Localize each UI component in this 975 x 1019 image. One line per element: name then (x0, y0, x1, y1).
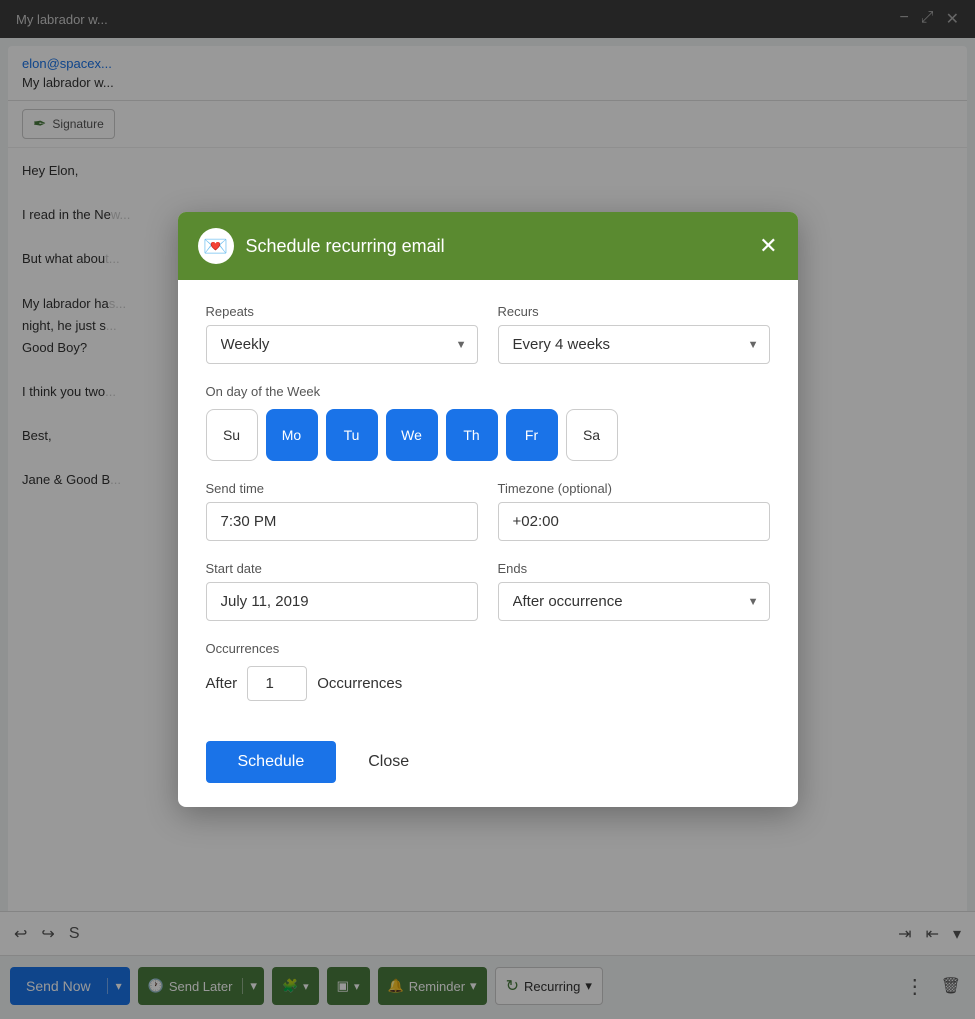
day-fr[interactable]: Fr (506, 409, 558, 461)
schedule-button[interactable]: Schedule (206, 741, 337, 783)
ends-select-wrapper[interactable]: Never After occurrence On date (498, 582, 770, 621)
start-date-input[interactable] (206, 582, 478, 621)
recurs-select-wrapper[interactable]: Every week Every 2 weeks Every 3 weeks E… (498, 325, 770, 364)
repeats-label: Repeats (206, 304, 478, 319)
repeats-select-wrapper[interactable]: Daily Weekly Monthly Yearly (206, 325, 478, 364)
start-date-group: Start date (206, 561, 478, 621)
modal-close-button[interactable]: ✕ (759, 235, 777, 257)
modal-footer: Schedule Close (178, 725, 798, 807)
occurrences-label: Occurrences (206, 641, 770, 656)
modal-dialog: 💌 Schedule recurring email ✕ Repeats Dai… (178, 212, 798, 807)
occ-suffix: Occurrences (317, 675, 402, 692)
close-modal-button[interactable]: Close (348, 741, 429, 783)
modal-title: Schedule recurring email (246, 236, 445, 257)
send-time-label: Send time (206, 481, 478, 496)
day-of-week-section: On day of the Week Su Mo Tu We Th Fr Sa (206, 384, 770, 461)
logo-icon: 💌 (203, 234, 228, 259)
repeats-recurs-row: Repeats Daily Weekly Monthly Yearly Recu… (206, 304, 770, 364)
startdate-ends-row: Start date Ends Never After occurrence O… (206, 561, 770, 621)
start-date-label: Start date (206, 561, 478, 576)
modal-logo: 💌 (198, 228, 234, 264)
timezone-group: Timezone (optional) (498, 481, 770, 541)
day-th[interactable]: Th (446, 409, 498, 461)
day-we[interactable]: We (386, 409, 438, 461)
timezone-label: Timezone (optional) (498, 481, 770, 496)
modal-header-left: 💌 Schedule recurring email (198, 228, 445, 264)
recurs-label: Recurs (498, 304, 770, 319)
send-time-input[interactable] (206, 502, 478, 541)
occ-prefix: After (206, 675, 238, 692)
modal-body: Repeats Daily Weekly Monthly Yearly Recu… (178, 280, 798, 725)
repeats-group: Repeats Daily Weekly Monthly Yearly (206, 304, 478, 364)
recurs-group: Recurs Every week Every 2 weeks Every 3 … (498, 304, 770, 364)
day-of-week-label: On day of the Week (206, 384, 770, 399)
occurrences-row: After Occurrences (206, 666, 770, 701)
send-time-group: Send time (206, 481, 478, 541)
days-row: Su Mo Tu We Th Fr Sa (206, 409, 770, 461)
occurrences-section: Occurrences After Occurrences (206, 641, 770, 701)
modal-overlay: 💌 Schedule recurring email ✕ Repeats Dai… (0, 0, 975, 1019)
timezone-input[interactable] (498, 502, 770, 541)
recurs-select[interactable]: Every week Every 2 weeks Every 3 weeks E… (503, 328, 765, 361)
occ-value-input[interactable] (247, 666, 307, 701)
time-timezone-row: Send time Timezone (optional) (206, 481, 770, 541)
day-mo[interactable]: Mo (266, 409, 318, 461)
day-sa[interactable]: Sa (566, 409, 618, 461)
day-su[interactable]: Su (206, 409, 258, 461)
repeats-select[interactable]: Daily Weekly Monthly Yearly (211, 328, 473, 361)
modal-header: 💌 Schedule recurring email ✕ (178, 212, 798, 280)
day-tu[interactable]: Tu (326, 409, 378, 461)
ends-group: Ends Never After occurrence On date (498, 561, 770, 621)
ends-select[interactable]: Never After occurrence On date (503, 585, 765, 618)
ends-label: Ends (498, 561, 770, 576)
